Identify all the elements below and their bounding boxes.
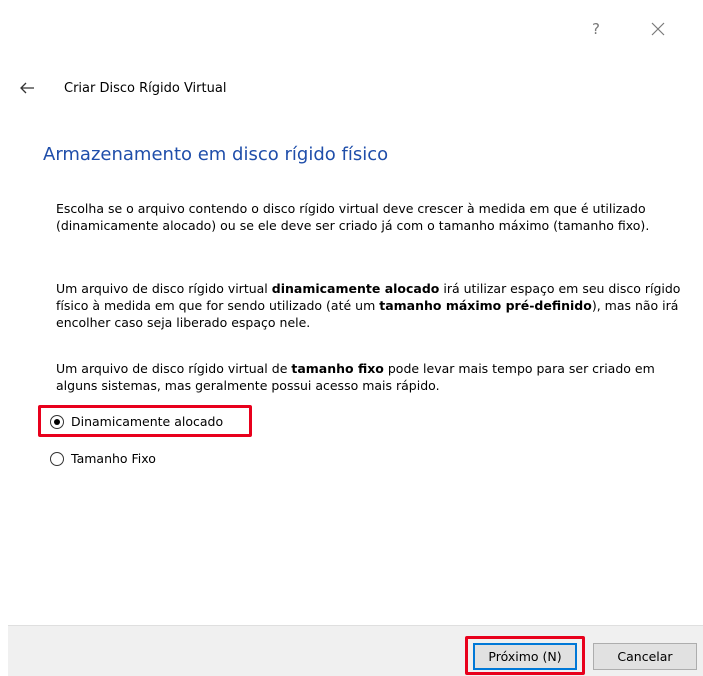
description-paragraph: Escolha se o arquivo contendo o disco rí… [56,201,650,233]
radio-label: Dinamicamente alocado [71,414,224,429]
bold-text-segment: tamanho máximo pré-definido [379,298,592,313]
radio-button-unselected[interactable] [50,451,64,466]
dynamic-description-paragraph: Um arquivo de disco rígido virtual dinam… [56,280,688,331]
fixed-description-paragraph: Um arquivo de disco rígido virtual de ta… [56,360,688,394]
close-button[interactable] [640,14,676,44]
close-icon [651,22,665,36]
next-button[interactable]: Próximo (N) [473,643,577,670]
page-title: Armazenamento em disco rígido físico [43,144,389,165]
radio-fixed-size[interactable]: Tamanho Fixo [50,451,156,466]
bold-text-segment: tamanho fixo [291,361,384,376]
bold-text-segment: dinamicamente alocado [271,281,440,296]
text-segment: Um arquivo de disco rígido virtual [56,281,272,296]
radio-label: Tamanho Fixo [71,451,156,466]
cancel-button[interactable]: Cancelar [593,643,697,670]
wizard-title: Criar Disco Rígido Virtual [64,80,227,96]
radio-dot [54,418,60,425]
text-segment: Um arquivo de disco rígido virtual de [56,361,292,376]
arrow-left-icon [20,82,34,94]
back-button[interactable] [14,78,40,98]
wizard-header: Criar Disco Rígido Virtual [14,78,226,98]
question-icon: ? [592,20,600,38]
help-button[interactable]: ? [578,14,614,44]
radio-button-selected[interactable] [50,414,64,429]
radio-dynamic-allocated[interactable]: Dinamicamente alocado [50,414,223,429]
